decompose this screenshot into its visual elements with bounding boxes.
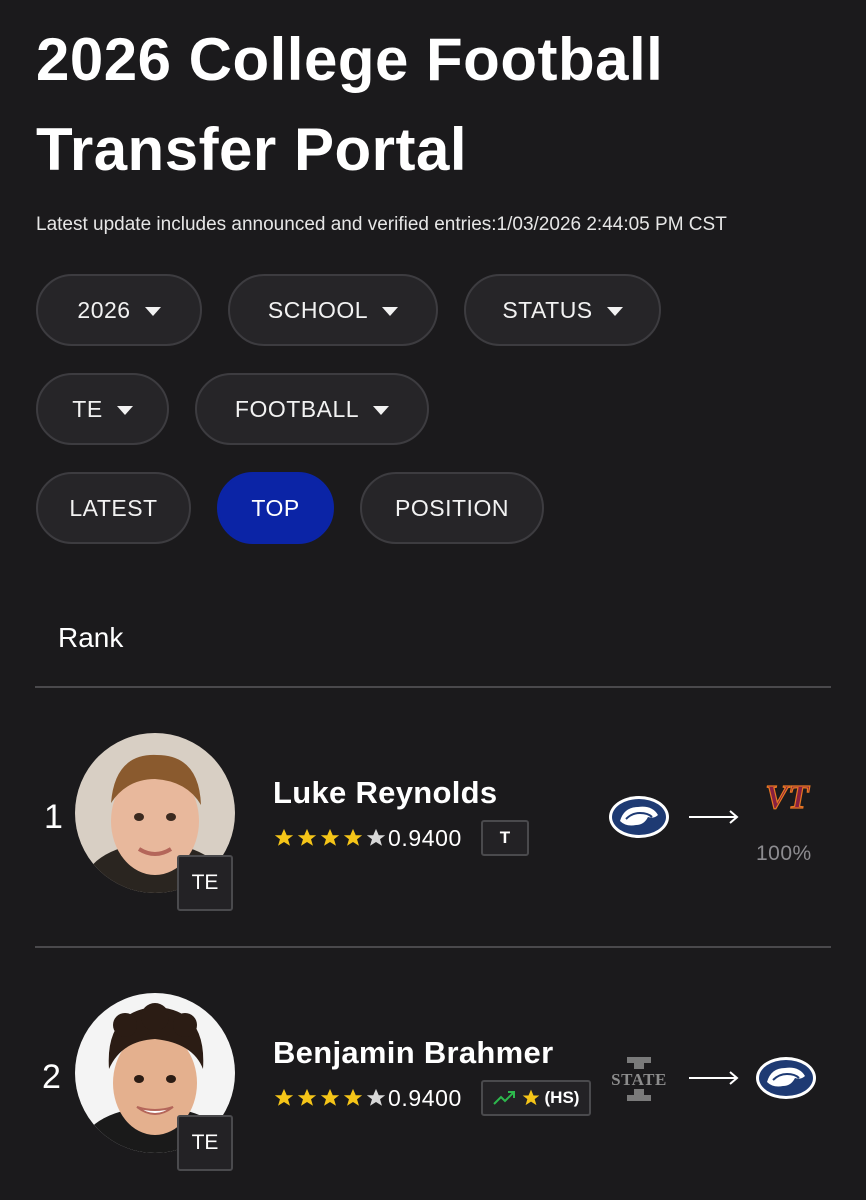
tab-top-label: TOP bbox=[251, 494, 300, 521]
high-school-tag: (HS) bbox=[481, 1080, 591, 1116]
high-school-tag-label: (HS) bbox=[544, 1088, 580, 1107]
page-title-line-1: 2026 College Football bbox=[36, 26, 664, 93]
star-filled-icon bbox=[297, 1088, 317, 1106]
sport-filter-dropdown[interactable]: FOOTBALL bbox=[195, 373, 429, 445]
position-badge: TE bbox=[177, 1115, 233, 1171]
year-filter-dropdown[interactable]: 2026 bbox=[36, 274, 202, 346]
star-rating bbox=[273, 1083, 388, 1113]
penn-state-logo bbox=[609, 796, 669, 838]
position-badge: TE bbox=[177, 855, 233, 911]
tab-top[interactable]: TOP bbox=[217, 472, 334, 544]
page-title-line-2: Transfer Portal bbox=[36, 116, 467, 183]
header-divider bbox=[35, 686, 831, 688]
penn-state-logo bbox=[756, 1057, 816, 1099]
chevron-down-icon bbox=[373, 405, 390, 415]
row-divider bbox=[35, 946, 831, 948]
chevron-down-icon bbox=[144, 306, 161, 316]
rank-column-header: Rank bbox=[58, 622, 124, 653]
sport-filter-label: FOOTBALL bbox=[234, 395, 360, 422]
star-filled-icon bbox=[274, 1088, 294, 1106]
transfer-arrow-icon bbox=[689, 1071, 739, 1085]
last-update-text: Latest update includes announced and ver… bbox=[36, 214, 727, 235]
commit-percentage: 100% bbox=[756, 842, 812, 865]
iowa-state-logo-text: STATE bbox=[611, 1070, 667, 1089]
chevron-down-icon bbox=[116, 405, 133, 415]
player-rating: 0.9400 bbox=[388, 1085, 462, 1111]
position-filter-dropdown[interactable]: TE bbox=[36, 373, 169, 445]
page-title: 2026 College Football Transfer Portal bbox=[36, 28, 836, 182]
star-filled-icon bbox=[320, 828, 340, 846]
star-filled-icon bbox=[274, 828, 294, 846]
year-filter-label: 2026 bbox=[77, 296, 131, 323]
star-empty-icon bbox=[366, 1088, 386, 1106]
iowa-state-logo: STATE bbox=[608, 1057, 670, 1101]
star-filled-icon bbox=[343, 1088, 363, 1106]
player-rating: 0.9400 bbox=[388, 825, 462, 851]
star-empty-icon bbox=[366, 828, 386, 846]
virginia-tech-logo-text: VT bbox=[765, 780, 810, 812]
status-filter-dropdown[interactable]: STATUS bbox=[464, 274, 661, 346]
school-filter-label: SCHOOL bbox=[267, 296, 369, 323]
tab-position-label: POSITION bbox=[395, 494, 509, 521]
star-filled-icon bbox=[297, 828, 317, 846]
star-filled-icon bbox=[522, 1089, 539, 1106]
trend-up-icon bbox=[492, 1091, 515, 1105]
player-name[interactable]: Benjamin Brahmer bbox=[273, 1035, 553, 1071]
virginia-tech-logo: VT bbox=[765, 780, 811, 812]
transfer-tag-label: T bbox=[499, 828, 511, 847]
tab-latest[interactable]: LATEST bbox=[36, 472, 191, 544]
star-rating bbox=[273, 823, 388, 853]
player-name[interactable]: Luke Reynolds bbox=[273, 775, 497, 811]
position-filter-label: TE bbox=[72, 395, 103, 422]
chevron-down-icon bbox=[606, 306, 623, 316]
player-rank: 2 bbox=[42, 1058, 61, 1096]
school-filter-dropdown[interactable]: SCHOOL bbox=[228, 274, 438, 346]
transfer-arrow-icon bbox=[689, 810, 739, 824]
status-filter-label: STATUS bbox=[502, 296, 593, 323]
star-filled-icon bbox=[320, 1088, 340, 1106]
tab-position[interactable]: POSITION bbox=[360, 472, 544, 544]
player-rank: 1 bbox=[44, 798, 63, 836]
star-filled-icon bbox=[343, 828, 363, 846]
tab-latest-label: LATEST bbox=[69, 494, 158, 521]
chevron-down-icon bbox=[382, 306, 399, 316]
transfer-tag: T bbox=[481, 820, 529, 856]
